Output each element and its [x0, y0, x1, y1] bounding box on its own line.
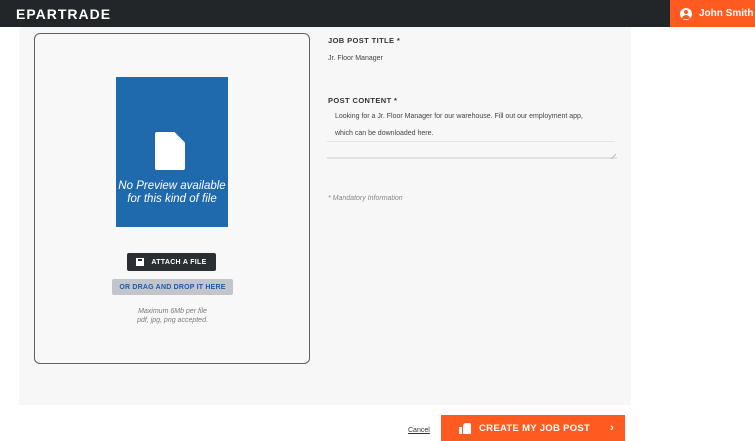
user-menu-button[interactable]: John Smith — [670, 0, 755, 27]
user-avatar-icon — [680, 7, 692, 20]
create-job-post-label: CREATE MY JOB POST — [479, 422, 591, 434]
chevron-right-icon: › — [610, 422, 615, 434]
job-title-label: JOB POST TITLE * — [328, 36, 401, 45]
attach-file-button[interactable]: ATTACH A FILE — [127, 253, 216, 271]
post-content-label: POST CONTENT * — [328, 96, 398, 105]
job-title-field[interactable]: Jr. Floor Manager — [328, 55, 383, 62]
post-content-line-2: which can be downloaded here. — [335, 130, 434, 137]
document-icon — [155, 132, 185, 170]
create-job-post-button[interactable]: CREATE MY JOB POST › — [441, 415, 625, 441]
drag-drop-label: OR DRAG AND DROP IT HERE — [119, 283, 226, 291]
top-bar: EPARTRADE John Smith — [0, 0, 755, 27]
post-content-line-1: Looking for a Jr. Floor Manager for our … — [335, 113, 583, 120]
brand-logo[interactable]: EPARTRADE — [16, 6, 111, 22]
file-size-limit: Maximum 6Mb per file — [138, 308, 207, 315]
textarea-divider — [327, 141, 615, 142]
attach-file-label: ATTACH A FILE — [151, 258, 207, 266]
thumbs-up-icon — [459, 422, 471, 434]
textarea-bottom-border — [327, 157, 617, 159]
user-name: John Smith — [699, 8, 754, 19]
post-content-textarea[interactable]: Looking for a Jr. Floor Manager for our … — [327, 107, 617, 161]
cancel-link[interactable]: Cancel — [408, 427, 430, 434]
file-types-accepted: pdf, jpg, png accepted. — [137, 317, 208, 324]
file-limit-note: Maximum 6Mb per file pdf, jpg, png accep… — [112, 307, 233, 325]
preview-message: No Preview available for this kind of fi… — [118, 180, 226, 205]
file-preview: No Preview available for this kind of fi… — [116, 77, 228, 227]
resize-handle-icon[interactable] — [611, 154, 616, 159]
drag-drop-button[interactable]: OR DRAG AND DROP IT HERE — [112, 279, 233, 295]
mandatory-note: * Mandatory Information — [328, 195, 403, 202]
floppy-disk-icon — [136, 258, 145, 266]
